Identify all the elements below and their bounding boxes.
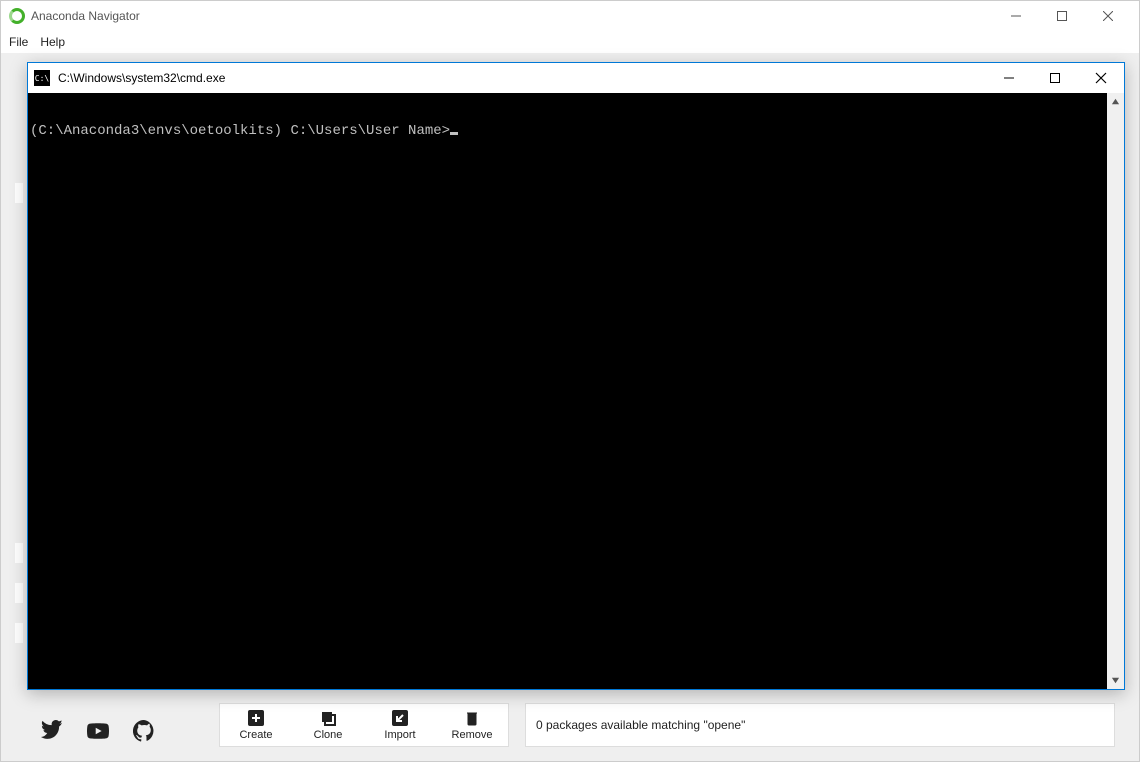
navigator-title: Anaconda Navigator — [31, 9, 140, 23]
navigator-close-button[interactable] — [1085, 1, 1131, 31]
cmd-body-wrap: (C:\Anaconda3\envs\oetoolkits) C:\Users\… — [28, 93, 1124, 689]
import-label: Import — [384, 729, 415, 741]
status-text: 0 packages available matching "opene" — [536, 718, 745, 732]
navigator-title-group: Anaconda Navigator — [9, 8, 140, 24]
remove-button[interactable]: Remove — [436, 704, 508, 746]
sidebar-stub — [15, 543, 23, 563]
cmd-scrollbar[interactable] — [1107, 93, 1124, 689]
navigator-bottom-bar: Create Clone Import Remove 0 packages av… — [1, 687, 1139, 747]
cmd-titlebar[interactable]: C:\ C:\Windows\system32\cmd.exe — [28, 63, 1124, 93]
cmd-window: C:\ C:\Windows\system32\cmd.exe (C:\Anac… — [27, 62, 1125, 690]
navigator-menubar: File Help — [1, 31, 1139, 53]
cmd-title: C:\Windows\system32\cmd.exe — [58, 71, 225, 85]
scrollbar-up-arrow[interactable] — [1107, 93, 1124, 110]
cmd-cursor — [450, 132, 458, 135]
github-icon[interactable] — [133, 720, 155, 747]
anaconda-logo-icon — [9, 8, 25, 24]
environment-toolbar: Create Clone Import Remove — [219, 703, 509, 747]
cmd-terminal[interactable]: (C:\Anaconda3\envs\oetoolkits) C:\Users\… — [28, 93, 1107, 689]
clone-label: Clone — [314, 729, 343, 741]
menu-help[interactable]: Help — [40, 35, 65, 49]
navigator-titlebar[interactable]: Anaconda Navigator — [1, 1, 1139, 31]
create-label: Create — [239, 729, 272, 741]
twitter-icon[interactable] — [41, 720, 63, 747]
cmd-close-button[interactable] — [1078, 63, 1124, 93]
navigator-maximize-button[interactable] — [1039, 1, 1085, 31]
scrollbar-down-arrow[interactable] — [1107, 672, 1124, 689]
navigator-minimize-button[interactable] — [993, 1, 1039, 31]
sidebar-stub — [15, 583, 23, 603]
cmd-maximize-button[interactable] — [1032, 63, 1078, 93]
remove-label: Remove — [452, 729, 493, 741]
cmd-icon: C:\ — [34, 70, 50, 86]
sidebar-stub — [15, 623, 23, 643]
create-button[interactable]: Create — [220, 704, 292, 746]
social-icons — [1, 720, 155, 747]
scrollbar-track[interactable] — [1107, 110, 1124, 672]
status-box: 0 packages available matching "opene" — [525, 703, 1115, 747]
import-button[interactable]: Import — [364, 704, 436, 746]
navigator-window-controls — [993, 1, 1131, 31]
cmd-minimize-button[interactable] — [986, 63, 1032, 93]
sidebar-stub — [15, 183, 23, 203]
cmd-prompt: (C:\Anaconda3\envs\oetoolkits) C:\Users\… — [30, 123, 450, 139]
youtube-icon[interactable] — [87, 720, 109, 747]
menu-file[interactable]: File — [9, 35, 28, 49]
clone-button[interactable]: Clone — [292, 704, 364, 746]
